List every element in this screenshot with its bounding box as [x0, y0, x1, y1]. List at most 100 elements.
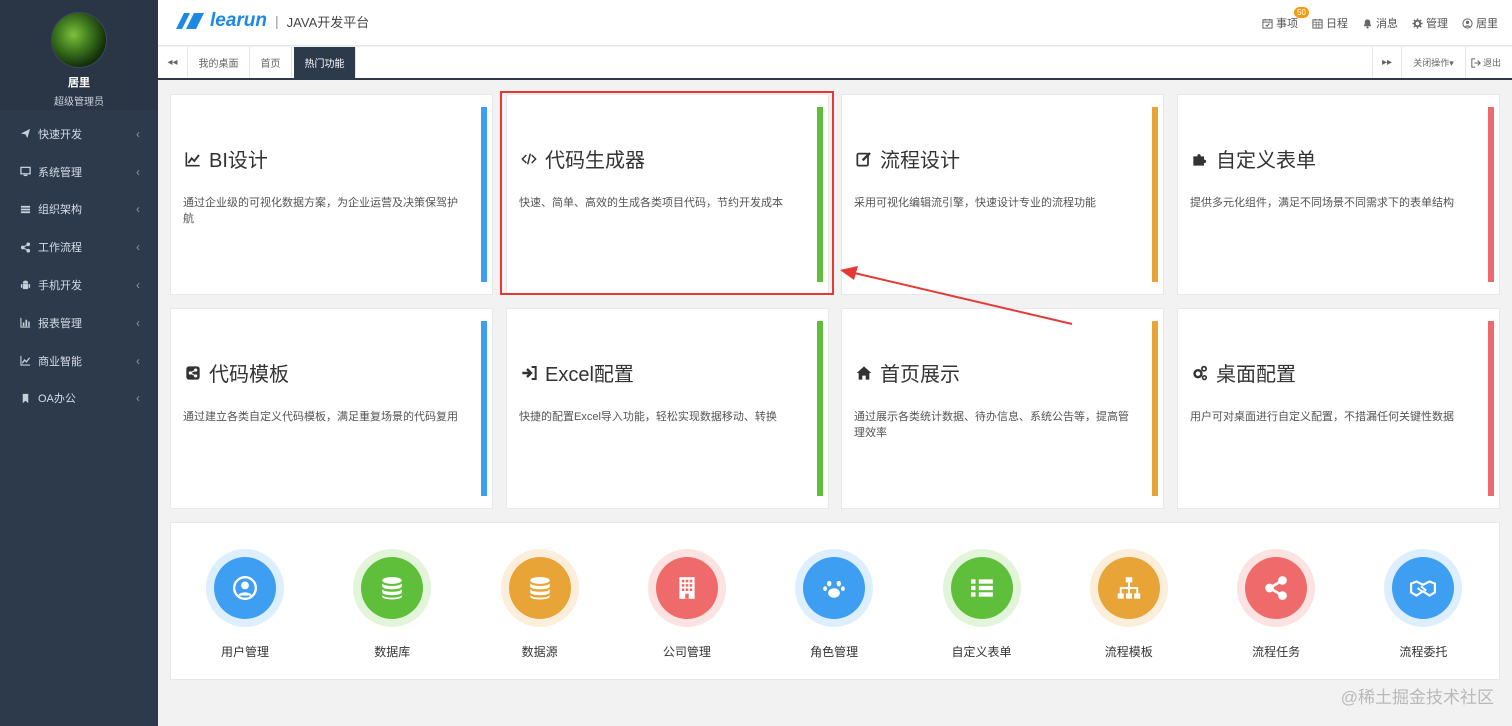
sidebar-item-label: 工作流程: [38, 242, 82, 255]
card-accent-bar: [1152, 107, 1158, 282]
feature-card-5[interactable]: Excel配置快捷的配置Excel导入功能，轻松实现数据移动、转换: [506, 308, 829, 509]
header-link-4[interactable]: 居里: [1462, 15, 1498, 31]
header-link-2[interactable]: 消息: [1362, 15, 1398, 31]
puzzle-icon: [1193, 153, 1207, 166]
card-title: Excel配置: [519, 358, 634, 387]
android-icon: [20, 280, 30, 289]
bar-chart-icon: [18, 317, 32, 329]
feature-card-7[interactable]: 桌面配置 用户可对桌面进行自定义配置，不措漏任何关键性数据: [1177, 308, 1500, 509]
feature-card-3[interactable]: 自定义表单 提供多元化组件，满足不同场景不同需求下的表单结构: [1177, 94, 1500, 295]
quick-icon-circle: [950, 557, 1013, 619]
feature-card-1[interactable]: 代码生成器 快速、简单、高效的生成各类项目代码，节约开发成本: [506, 94, 829, 295]
feature-card-6[interactable]: 首页展示通过展示各类统计数据、待办信息、系统公告等，提高管理效率: [841, 308, 1164, 509]
quick-item-2[interactable]: 数据源: [490, 549, 590, 660]
card-title-text: 首页展示: [880, 364, 960, 386]
card-title: 代码模板: [183, 358, 289, 387]
card-title: 代码生成器: [519, 144, 645, 173]
quick-item-label: 数据源: [521, 645, 558, 659]
cogs-icon: [1190, 363, 1210, 383]
desktop-icon: [18, 166, 32, 177]
quick-item-6[interactable]: 流程模板: [1079, 549, 1179, 660]
tab-scroll-left-button[interactable]: ◂◂: [158, 47, 188, 78]
quick-item-8[interactable]: 流程委托: [1373, 549, 1473, 660]
quick-item-3[interactable]: 公司管理: [637, 549, 737, 660]
quick-item-0[interactable]: 用户管理: [195, 549, 295, 660]
chevron-left-icon: ‹: [136, 278, 140, 293]
quick-item-5[interactable]: 自定义表单: [932, 549, 1032, 660]
watermark: @稀土掘金技术社区: [1340, 688, 1494, 707]
header-link-label: 消息: [1376, 18, 1398, 30]
close-operations-dropdown[interactable]: 关闭操作▾: [1402, 47, 1466, 78]
tab-2[interactable]: 热门功能: [294, 47, 356, 78]
sitemap-icon: [1117, 577, 1141, 599]
header-link-label: 事项: [1276, 18, 1298, 30]
sidebar-item-4[interactable]: 手机开发 ‹: [0, 266, 158, 304]
card-title-text: 代码模板: [209, 364, 289, 386]
feature-card-2[interactable]: 流程设计 采用可视化编辑流引擎，快速设计专业的流程功能: [841, 94, 1164, 295]
organization-icon: [18, 204, 32, 215]
logo[interactable]: learun | JAVA开发平台: [172, 10, 369, 32]
bookmark-icon: [22, 393, 28, 404]
quick-icon-ring: [353, 549, 432, 627]
card-title-text: BI设计: [209, 150, 268, 172]
puzzle-icon: [1190, 149, 1210, 169]
android-icon: [18, 280, 32, 291]
card-accent-bar: [481, 321, 487, 496]
database-icon: [529, 576, 550, 600]
sidebar-item-2[interactable]: 组织架构 ‹: [0, 191, 158, 229]
paper-plane-icon: [18, 128, 32, 139]
sidebar-item-7[interactable]: OA办公 ‹: [0, 380, 158, 418]
brand-separator: |: [275, 13, 279, 29]
share-square-icon: [183, 363, 203, 383]
bell-icon: [1363, 18, 1372, 29]
feature-card-4[interactable]: 代码模板 通过建立各类自定义代码模板，满足重复场景的代码复用: [170, 308, 493, 509]
quick-icon-ring: [206, 549, 284, 627]
sidebar-item-0[interactable]: 快速开发 ‹: [0, 115, 158, 153]
feature-card-0[interactable]: BI设计 通过企业级的可视化数据方案，为企业运营及决策保驾护航: [170, 94, 493, 295]
home-icon: [854, 363, 874, 383]
desktop-icon: [19, 166, 31, 177]
tab-1[interactable]: 首页: [250, 47, 292, 78]
notification-badge: 50: [1294, 7, 1309, 18]
logout-button[interactable]: 退出: [1466, 47, 1506, 78]
card-description: 快捷的配置Excel导入功能，轻松实现数据移动、转换: [519, 411, 777, 423]
sidebar-item-label: 报表管理: [38, 317, 82, 330]
header-link-3[interactable]: 管理: [1412, 15, 1448, 31]
user-role: 超级管理员: [54, 97, 104, 108]
tab-0[interactable]: 我的桌面: [188, 47, 250, 78]
quick-item-4[interactable]: 角色管理: [784, 549, 884, 660]
card-accent-bar: [1152, 321, 1158, 496]
card-title: 首页展示: [854, 358, 960, 387]
sidebar-item-label: 快速开发: [38, 128, 82, 141]
tab-label: 我的桌面: [198, 59, 239, 70]
tab-scroll-right-button[interactable]: ▸▸: [1372, 47, 1402, 78]
share-icon: [20, 242, 30, 253]
quick-icon-ring: [1384, 549, 1463, 627]
quick-item-7[interactable]: 流程任务: [1226, 549, 1326, 660]
card-accent-bar: [481, 107, 487, 282]
chevron-left-icon: ‹: [136, 353, 140, 368]
card-accent-bar: [817, 107, 823, 282]
sidebar-item-3[interactable]: 工作流程 ‹: [0, 228, 158, 266]
tab-label: 热门功能: [304, 59, 345, 70]
card-accent-bar: [1488, 321, 1494, 496]
header-links: 事项 50 日程 消息 管理 居里: [1262, 7, 1498, 31]
quick-icon-circle: [1097, 557, 1160, 619]
quick-icon-ring: [1237, 549, 1316, 627]
header-link-0[interactable]: 事项 50: [1262, 7, 1309, 31]
avatar[interactable]: [51, 12, 107, 68]
sidebar-item-1[interactable]: 系统管理 ‹: [0, 153, 158, 191]
chevron-left-icon: ‹: [136, 315, 140, 330]
chevron-left-icon: ‹: [136, 126, 140, 141]
sign-in-icon: [519, 363, 539, 383]
card-description: 通过展示各类统计数据、待办信息、系统公告等，提高管理效率: [854, 411, 1129, 439]
bookmark-icon: [18, 393, 32, 404]
line-chart-icon: [183, 149, 203, 169]
header-link-1[interactable]: 日程: [1312, 15, 1348, 31]
header-link-label: 管理: [1426, 18, 1448, 30]
card-title: BI设计: [183, 144, 268, 173]
sidebar-item-6[interactable]: 商业智能 ‹: [0, 342, 158, 380]
sidebar-item-5[interactable]: 报表管理 ‹: [0, 304, 158, 342]
calendar-check-icon: [1262, 18, 1273, 29]
quick-item-1[interactable]: 数据库: [342, 549, 442, 660]
